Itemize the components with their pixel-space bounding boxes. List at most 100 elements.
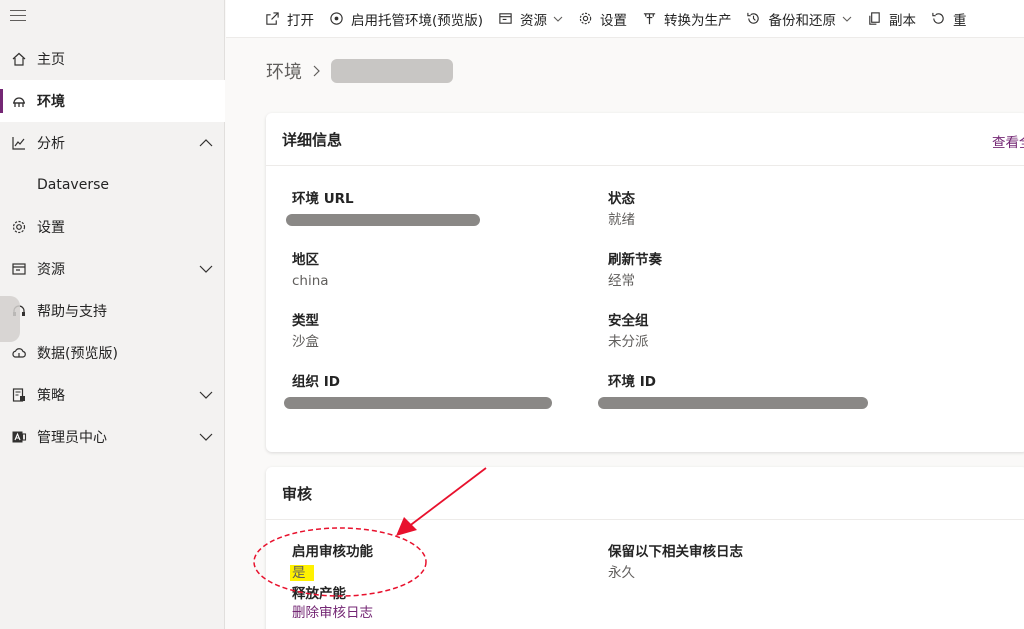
nav-label: 策略 (37, 388, 65, 404)
settings-label: 设置 (600, 12, 628, 29)
nav-label: 帮助与支持 (37, 304, 107, 320)
nav-item-resources[interactable]: 资源 (0, 248, 225, 290)
open-external-icon (264, 11, 280, 27)
field-value: 未分派 (608, 334, 649, 350)
nav-item-environments[interactable]: 环境 (0, 80, 225, 122)
chevron-down-icon (842, 16, 852, 22)
field-value: 就绪 (608, 212, 635, 228)
field-label: 地区 (292, 252, 319, 268)
field-value: 沙盒 (292, 334, 319, 350)
resources-label: 资源 (520, 12, 548, 29)
field-value: 经常 (608, 273, 635, 289)
sidebar-collapse-handle[interactable] (0, 296, 20, 342)
convert-icon (641, 11, 657, 27)
analytics-icon (10, 134, 28, 152)
field-label: 组织 ID (292, 374, 340, 390)
chevron-up-icon[interactable] (199, 136, 213, 150)
open-label: 打开 (287, 12, 314, 29)
auditing-card-header: 审核 (266, 467, 1024, 520)
redacted-environment-name (331, 59, 453, 83)
home-icon (10, 50, 28, 68)
field-free-capacity: 释放产能 删除审核日志 (292, 585, 373, 623)
copy-icon (866, 11, 882, 27)
field-label: 状态 (608, 191, 635, 207)
field-label: 保留以下相关审核日志 (608, 544, 743, 560)
details-card-header: 详细信息 查看全部 (266, 113, 1024, 166)
copy-button[interactable]: 副本 (866, 0, 917, 37)
details-card-title: 详细信息 (282, 130, 343, 149)
field-value: china (292, 273, 329, 289)
field-label: 环境 ID (608, 374, 656, 390)
nav-label: 设置 (37, 220, 65, 236)
command-bar: 打开 启用托管环境(预览版) 资源 设置 转换为生产 备份和还原 副本 重 (226, 0, 1024, 38)
highlighted-value: 是 (290, 565, 314, 581)
managed-environment-label: 启用托管环境(预览版) (351, 12, 484, 29)
open-button[interactable]: 打开 (264, 0, 314, 37)
chevron-right-icon (313, 65, 320, 77)
view-all-link[interactable]: 查看全部 (992, 131, 1024, 151)
hamburger-menu-icon[interactable] (10, 10, 26, 22)
details-card: 详细信息 查看全部 环境 URL 状态 就绪 地区 china 刷新节奏 经常 … (266, 113, 1024, 452)
policy-icon (10, 386, 28, 404)
nav-item-settings[interactable]: 设置 (0, 206, 225, 248)
nav-item-dataverse[interactable]: Dataverse (0, 164, 225, 206)
field-value-wrapper: 是 (290, 563, 373, 583)
breadcrumb: 环境 (266, 58, 453, 84)
nav-item-policies[interactable]: 策略 (0, 374, 225, 416)
admin-center-icon (10, 428, 28, 446)
field-region: 地区 china (292, 251, 329, 291)
field-organization-id: 组织 ID (284, 373, 552, 409)
auditing-card: 审核 启用审核功能 是 保留以下相关审核日志 永久 释放产能 删除审核日志 (266, 467, 1024, 629)
chevron-down-icon[interactable] (199, 262, 213, 276)
backup-restore-icon (746, 11, 762, 27)
chevron-down-icon[interactable] (199, 430, 213, 444)
reset-button[interactable]: 重 (930, 0, 967, 37)
field-status: 状态 就绪 (608, 190, 635, 230)
nav-label: 数据(预览版) (37, 346, 118, 362)
breadcrumb-environments-link[interactable]: 环境 (266, 58, 302, 84)
environment-icon (10, 92, 28, 110)
field-label: 环境 URL (292, 191, 354, 207)
nav-item-home[interactable]: 主页 (0, 38, 225, 80)
field-value: 永久 (608, 565, 635, 581)
redacted-organization-id (284, 397, 552, 409)
nav-label: 分析 (37, 136, 65, 152)
field-label: 启用审核功能 (292, 544, 373, 560)
cloud-data-icon (10, 344, 28, 362)
nav-item-analytics[interactable]: 分析 (0, 122, 225, 164)
field-refresh-cadence: 刷新节奏 经常 (608, 251, 662, 291)
nav-label: 资源 (37, 262, 65, 278)
managed-environment-icon (328, 11, 344, 27)
settings-button[interactable]: 设置 (577, 0, 628, 37)
resources-icon (10, 260, 28, 278)
nav-label: Dataverse (37, 177, 109, 193)
chevron-down-icon[interactable] (199, 388, 213, 402)
gear-icon (577, 11, 593, 27)
auditing-card-title: 审核 (282, 484, 313, 503)
resources-icon (497, 11, 513, 27)
nav-label: 环境 (37, 94, 65, 110)
copy-label: 副本 (889, 12, 917, 29)
reset-label: 重 (953, 12, 967, 29)
enable-managed-environment-button[interactable]: 启用托管环境(预览版) (328, 0, 484, 37)
nav-item-data-preview[interactable]: 数据(预览版) (0, 332, 225, 374)
nav-item-admin-centers[interactable]: 管理员中心 (0, 416, 225, 458)
convert-to-production-button[interactable]: 转换为生产 (641, 0, 732, 37)
field-environment-url: 环境 URL (286, 190, 480, 226)
field-retain-audit-logs: 保留以下相关审核日志 永久 (608, 543, 743, 583)
redacted-environment-id (598, 397, 868, 409)
field-label: 释放产能 (292, 586, 346, 602)
field-label: 类型 (292, 313, 319, 329)
gear-icon (10, 218, 28, 236)
convert-label: 转换为生产 (664, 12, 732, 29)
left-navigation: 主页 环境 分析 Dataverse 设置 资源 帮助与支持 数据(预览版) 策… (0, 0, 225, 629)
field-environment-id: 环境 ID (598, 373, 868, 409)
backup-restore-menu-button[interactable]: 备份和还原 (746, 0, 853, 37)
nav-item-help-support[interactable]: 帮助与支持 (0, 290, 225, 332)
chevron-down-icon (553, 16, 563, 22)
backup-restore-label: 备份和还原 (768, 12, 837, 29)
resources-menu-button[interactable]: 资源 (497, 0, 563, 37)
nav-label: 管理员中心 (37, 430, 107, 446)
delete-audit-logs-link[interactable]: 删除审核日志 (292, 603, 373, 623)
redacted-environment-url (286, 214, 480, 226)
